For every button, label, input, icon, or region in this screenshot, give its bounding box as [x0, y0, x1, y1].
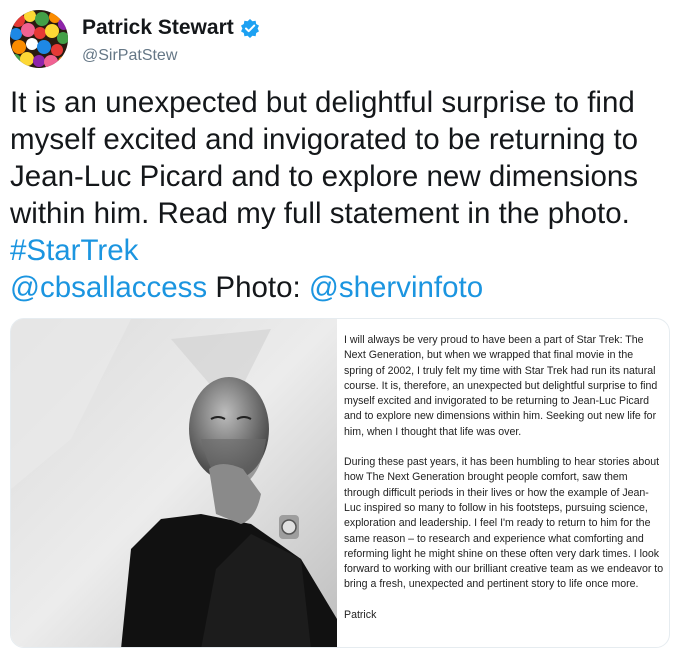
tweet-body-text: It is an unexpected but delightful surpr… [10, 86, 639, 230]
statement-paragraph-2: During these past years, it has been hum… [344, 456, 664, 591]
statement-text: I will always be very proud to have been… [344, 333, 664, 623]
statement-paragraph-1: I will always be very proud to have been… [344, 334, 658, 438]
statement-signature: Patrick [344, 608, 377, 621]
colorful-gumballs-avatar-icon [10, 10, 68, 68]
mention-link-cbsallaccess[interactable]: @cbsallaccess [10, 271, 207, 304]
tweet-header: Patrick Stewart @SirPatStew [10, 10, 670, 68]
portrait-photo [11, 319, 337, 647]
mention-link-shervinfoto[interactable]: @shervinfoto [309, 271, 483, 304]
avatar[interactable] [10, 10, 68, 68]
display-name[interactable]: Patrick Stewart [82, 16, 234, 40]
photo-credit-label: Photo: [215, 271, 301, 304]
tweet-text: It is an unexpected but delightful surpr… [10, 84, 675, 306]
verified-badge-icon [240, 18, 260, 38]
black-and-white-portrait-icon [11, 319, 337, 647]
name-row: Patrick Stewart [82, 16, 260, 40]
user-handle[interactable]: @SirPatStew [82, 47, 177, 65]
hashtag-link[interactable]: #StarTrek [10, 234, 138, 267]
tweet-media[interactable]: I will always be very proud to have been… [10, 318, 670, 648]
